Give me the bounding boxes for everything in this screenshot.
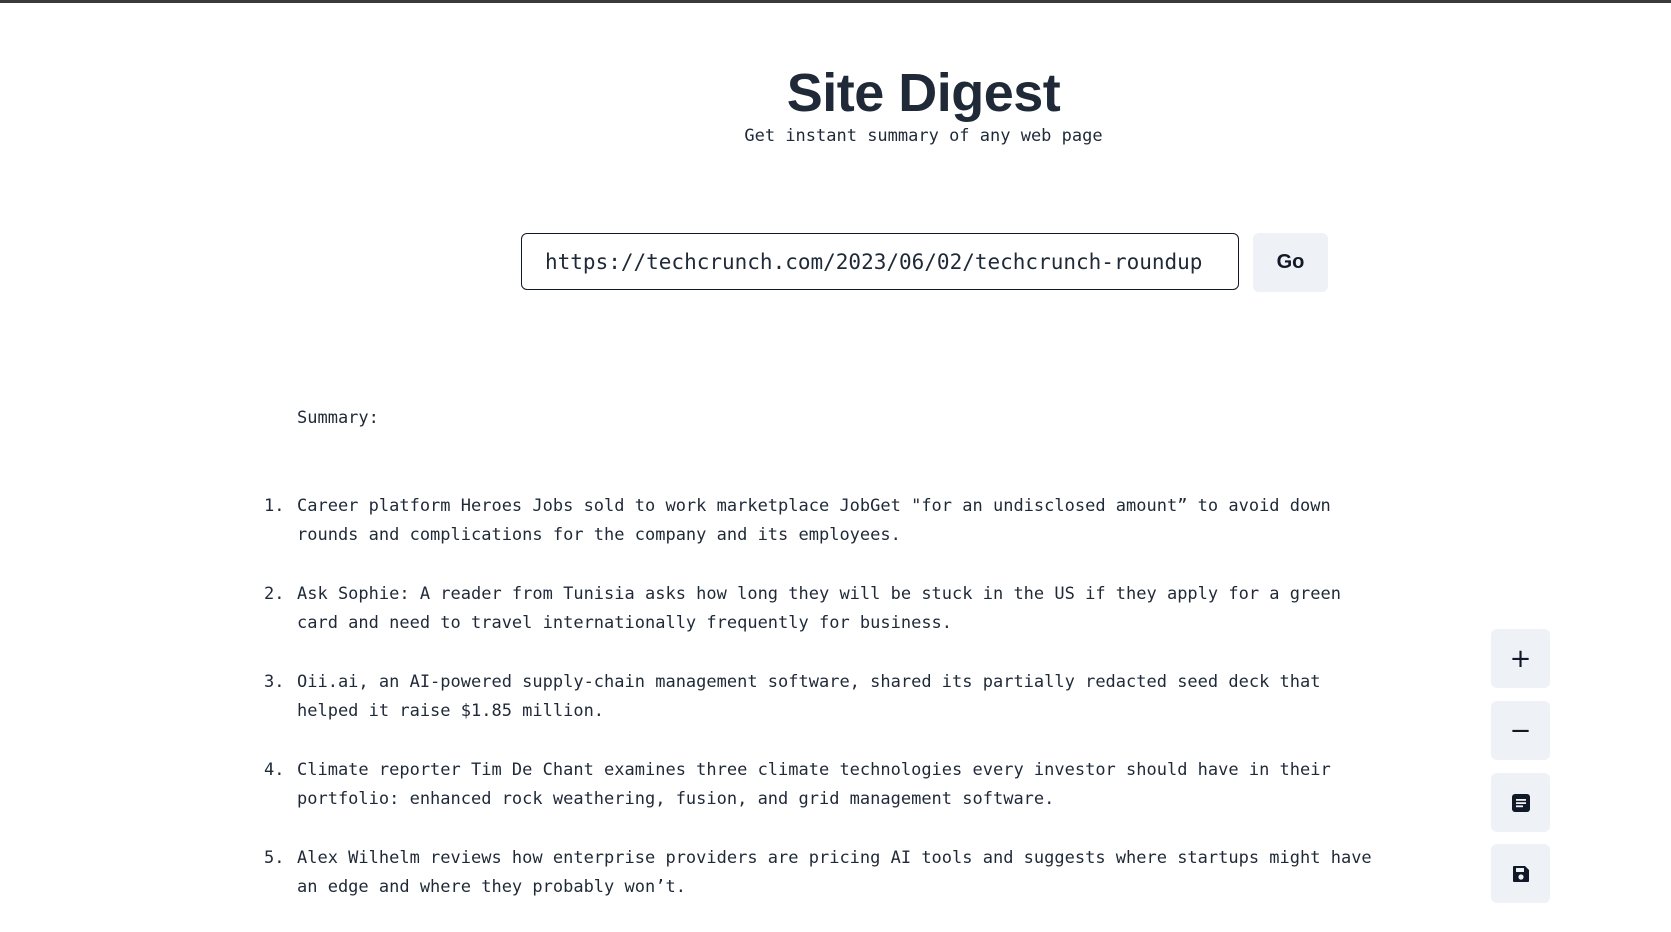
page-title: Site Digest	[786, 63, 1061, 123]
go-button[interactable]: Go	[1253, 233, 1328, 292]
list-item: 1. Career platform Heroes Jobs sold to w…	[258, 492, 1378, 550]
top-border	[0, 0, 1671, 3]
list-item-text: Alex Wilhelm reviews how enterprise prov…	[297, 848, 1372, 897]
document-icon	[1511, 793, 1530, 812]
list-item: 5. Alex Wilhelm reviews how enterprise p…	[258, 844, 1378, 902]
list-item-text: Career platform Heroes Jobs sold to work…	[297, 496, 1331, 545]
save-icon	[1512, 865, 1529, 882]
page-subtitle: Get instant summary of any web page	[744, 126, 1103, 146]
list-item: 3. Oii.ai, an AI-powered supply-chain ma…	[258, 668, 1378, 726]
list-item: 4. Climate reporter Tim De Chant examine…	[258, 756, 1378, 814]
list-item-text: Climate reporter Tim De Chant examines t…	[297, 760, 1331, 809]
list-item-text: Oii.ai, an AI-powered supply-chain manag…	[297, 672, 1321, 721]
document-button[interactable]	[1491, 773, 1550, 832]
header: Site Digest Get instant summary of any w…	[0, 62, 1671, 146]
list-item-number: 3.	[264, 672, 285, 692]
summary-list: 1. Career platform Heroes Jobs sold to w…	[258, 492, 1378, 932]
plus-icon: +	[1509, 643, 1532, 674]
zoom-in-button[interactable]: +	[1491, 629, 1550, 688]
list-item-number: 5.	[264, 848, 285, 868]
url-input[interactable]	[521, 233, 1239, 290]
list-item-number: 4.	[264, 760, 285, 780]
minus-icon: −	[1509, 715, 1532, 746]
list-item: 2. Ask Sophie: A reader from Tunisia ask…	[258, 580, 1378, 638]
list-item-number: 1.	[264, 496, 285, 516]
list-item-number: 2.	[264, 584, 285, 604]
zoom-out-button[interactable]: −	[1491, 701, 1550, 760]
save-button[interactable]	[1491, 844, 1550, 903]
summary-label: Summary:	[297, 408, 379, 428]
list-item-text: Ask Sophie: A reader from Tunisia asks h…	[297, 584, 1341, 633]
